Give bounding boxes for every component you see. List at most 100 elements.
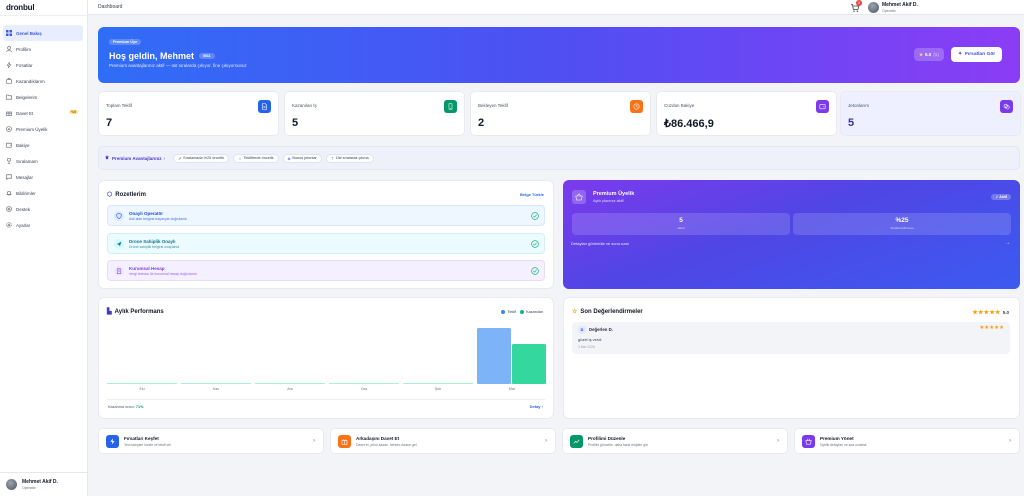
sidebar-item-notifications[interactable]: Bildirimler: [3, 185, 83, 201]
badge-corporate-account[interactable]: Kurumsal Hesap Vergi levhası ile kurumsa…: [107, 260, 545, 281]
recent-reviews-card: ☆ Son Değerlendirmeler ★★★★★ 5.0 D Değer…: [563, 297, 1020, 419]
advantage-chip: ☆ Tekliflerde öncelik: [233, 153, 279, 163]
action-explore-opportunities[interactable]: Fırsatları Keşfet Yeni talepleri incele …: [98, 428, 324, 454]
stat-card-total-offers[interactable]: Toplam Teklif 7: [98, 91, 279, 136]
advantage-chip-label: Üst sıralarda çıkma: [335, 156, 369, 160]
monthly-performance-card: ▙ Aylık Performans Teklif Kazanılan Eki K…: [98, 297, 554, 419]
wallet-icon: [816, 100, 829, 113]
avatar[interactable]: [868, 2, 879, 13]
reviewer-avatar: D: [578, 326, 586, 334]
bar-won-5[interactable]: [512, 344, 546, 384]
action-edit-profile[interactable]: Profilimi Düzenle Profilini güncelle, da…: [562, 428, 788, 454]
check-circle-icon: [531, 212, 539, 220]
sidebar: dronbul Genel Bakış Profilim Fırsatlar K…: [0, 0, 88, 496]
performance-detail-link[interactable]: Detay ›: [530, 404, 543, 409]
reviews-average-value: 5.0: [1002, 310, 1009, 315]
stat-card-pending-offers[interactable]: Bekleyen Teklif 2: [470, 91, 651, 136]
sidebar-item-label: Kazandıklarım: [16, 78, 45, 84]
reviews-title: ☆ Son Değerlendirmeler: [572, 308, 643, 316]
chart-icon: [570, 435, 583, 448]
sidebar-item-label: Belgelerim: [16, 94, 38, 100]
chevron-right-icon: ›: [777, 438, 779, 444]
stat-card-wallet-balance[interactable]: Cüzdan Bakiye ₺86.466,9: [656, 91, 837, 136]
sidebar-item-label: Bildirimler: [16, 190, 36, 196]
sidebar-item-label: Sıralamam: [16, 158, 38, 164]
stat-value: 5: [848, 117, 855, 129]
legend-dot-won: [520, 310, 525, 314]
sidebar-item-invite[interactable]: Davet Et %5: [3, 105, 83, 121]
mobile-icon: [444, 100, 457, 113]
upload-document-link[interactable]: Belge Türkle: [520, 192, 544, 197]
crown-icon: [802, 435, 815, 448]
stat-value: 5: [292, 117, 299, 129]
premium-details-link[interactable]: Detayları görüntüle ve sonu uzat: [571, 241, 629, 246]
sidebar-item-label: Mesajlar: [16, 174, 34, 180]
chart-baseline: [329, 383, 399, 384]
clock-icon: [630, 100, 643, 113]
topbar-user-role: Operatör: [882, 9, 896, 13]
sidebar-nav: Genel Bakış Profilim Fırsatlar Kazandıkl…: [3, 25, 83, 233]
sidebar-item-label: Fırsatlar: [16, 62, 33, 68]
x-tick-label: Ara: [287, 387, 293, 391]
sidebar-item-label: Premium Üyelik: [16, 126, 48, 132]
advantage-chip: ◈ Bonus jetonlar: [282, 153, 322, 163]
premium-stat-value: 5: [679, 217, 683, 224]
sidebar-item-overview[interactable]: Genel Bakış: [3, 25, 83, 41]
stat-label: Toplam Teklif: [106, 103, 132, 108]
win-rate-label: Kazanma oranı:: [108, 405, 135, 409]
sidebar-item-settings[interactable]: Ayarlar: [3, 217, 83, 233]
sidebar-item-balance[interactable]: Bakiye: [3, 137, 83, 153]
sidebar-user[interactable]: Mehmet Akif D. Operatör: [0, 472, 88, 496]
action-manage-premium[interactable]: Premium Yönet Üyelik detayları ve sıra u…: [794, 428, 1020, 454]
arrow-right-icon[interactable]: →: [1005, 240, 1010, 246]
rating-count: (1): [933, 52, 939, 57]
stat-card-won-jobs[interactable]: Kazanılan İş 5: [284, 91, 465, 136]
action-title: Fırsatları Keşfet: [124, 436, 159, 441]
x-tick-label: Kas: [213, 387, 219, 391]
reviews-average: ★★★★★ 5.0: [972, 309, 1009, 316]
stat-label: Kazanılan İş: [292, 103, 317, 108]
badge-drone-ownership[interactable]: Drone Sahiplik Onaylı Drone sahiplik bel…: [107, 233, 545, 254]
premium-pill: Premium Üye: [109, 39, 142, 45]
welcome-banner: Premium Üye Hoş geldin, Mehmet 5011 Prem…: [98, 27, 1020, 83]
action-subtitle: Üyelik detayları ve sıra uzatma: [820, 443, 867, 447]
premium-advantages-bar: ♛ Premium Avantajlarınız › ↗ Sıralamada %…: [98, 146, 1020, 170]
welcome-subtitle: Premium avantajlarınız aktif — üst sıral…: [109, 63, 247, 68]
premium-stat-label: Jeton: [677, 226, 685, 230]
bar-offers-5[interactable]: [477, 328, 511, 384]
action-invite-friend[interactable]: Arkadaşını Davet Et Davet et, jeton kaza…: [330, 428, 556, 454]
chart-baseline: [255, 383, 325, 384]
drone-icon: [114, 238, 124, 249]
sidebar-item-opportunities[interactable]: Fırsatlar: [3, 57, 83, 73]
badge-verified-operator[interactable]: Onaylı Operatör Asli alan belgesi başarı…: [107, 205, 545, 226]
sidebar-item-support[interactable]: Destek: [3, 201, 83, 217]
advantage-chip: ⇡ Üst sıralarda çıkma: [325, 153, 374, 163]
briefcase-icon: [6, 78, 12, 84]
sidebar-item-ranking[interactable]: Sıralamam: [3, 153, 83, 169]
stat-value: 7: [106, 117, 113, 129]
sidebar-item-profile[interactable]: Profilim: [3, 41, 83, 57]
action-subtitle: Davet et, jeton kazan, herkes dursun gel: [356, 443, 417, 447]
sidebar-item-messages[interactable]: Mesajlar: [3, 169, 83, 185]
gift-icon: [6, 110, 12, 116]
stat-card-tokens[interactable]: Jetonlarım 5: [840, 91, 1021, 136]
star-icon: ☆: [572, 309, 578, 315]
opportunities-button[interactable]: ✦ Fırsatları Gör: [951, 47, 1003, 62]
review-stars: ★★★★★: [979, 325, 1004, 331]
sidebar-item-documents[interactable]: Belgelerim: [3, 89, 83, 105]
chart-legend: Teklif Kazanılan: [497, 310, 543, 314]
chevron-right-icon: ›: [545, 438, 547, 444]
review-text: güzel iş verdi: [578, 337, 602, 342]
stat-label: Cüzdan Bakiye: [664, 103, 695, 108]
sidebar-item-won[interactable]: Kazandıklarım: [3, 73, 83, 89]
advantage-chip-label: Sıralamada %25 öncelik: [183, 156, 225, 160]
topbar-user[interactable]: Mehmet Akif D. Operatör: [882, 2, 918, 13]
advantage-chip: ↗ Sıralamada %25 öncelik: [172, 153, 230, 163]
badge-title: Drone Sahiplik Onaylı: [129, 238, 176, 244]
legend-label: Teklif: [507, 310, 517, 314]
sidebar-item-label: Genel Bakış: [16, 30, 42, 36]
review-item[interactable]: D Değerlen D. ★★★★★ güzel iş verdi 3 Mar…: [572, 322, 1010, 354]
rating-value: 5.0: [925, 52, 932, 57]
sidebar-item-premium[interactable]: Premium Üyelik: [3, 121, 83, 137]
brand-logo[interactable]: dronbul: [6, 3, 35, 12]
